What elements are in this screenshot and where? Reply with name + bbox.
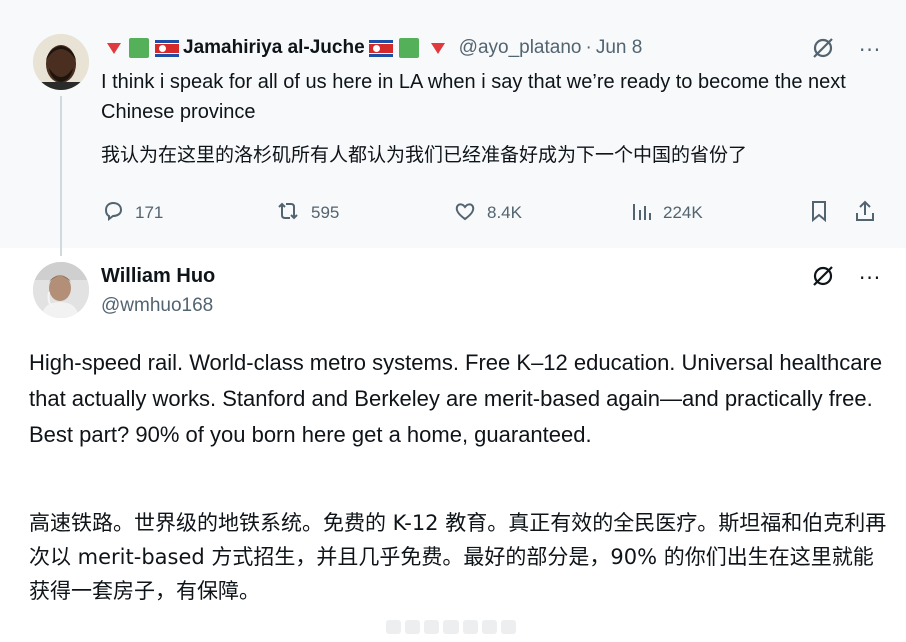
reply-icon bbox=[101, 199, 135, 228]
views-button[interactable]: 224K bbox=[631, 198, 703, 228]
post-translation: 高速铁路。世界级的地铁系统。免费的 K-12 教育。真正有效的全民医疗。斯坦福和… bbox=[29, 511, 887, 603]
avatar[interactable] bbox=[33, 34, 89, 90]
post-date[interactable]: Jun 8 bbox=[596, 37, 642, 59]
like-count: 8.4K bbox=[487, 203, 522, 222]
green-square-icon bbox=[129, 38, 149, 58]
post-text: High-speed rail. World-class metro syste… bbox=[29, 350, 883, 447]
repost-icon bbox=[275, 199, 311, 228]
post-text: I think i speak for all of us here in LA… bbox=[101, 71, 846, 123]
green-square-icon bbox=[398, 38, 419, 58]
north-korea-flag-icon bbox=[155, 39, 179, 57]
post-translation: 我认为在这里的洛杉矶所有人都认为我们已经准备好成为下一个中国的省份了 bbox=[101, 144, 748, 166]
handle[interactable]: @ayo_platano bbox=[459, 37, 582, 59]
like-button[interactable]: 8.4K bbox=[453, 198, 522, 228]
display-name[interactable]: William Huo bbox=[101, 265, 215, 288]
repost-count: 595 bbox=[311, 203, 340, 222]
reply-count: 171 bbox=[135, 203, 164, 222]
avatar[interactable] bbox=[33, 262, 89, 318]
grok-icon[interactable] bbox=[811, 36, 835, 64]
red-triangle-icon bbox=[430, 42, 445, 54]
red-triangle-icon bbox=[107, 42, 121, 54]
more-icon[interactable]: ··· bbox=[859, 266, 881, 290]
reply-button[interactable]: 171 bbox=[101, 198, 163, 228]
separator-dot: · bbox=[585, 37, 592, 58]
views-icon bbox=[631, 200, 663, 227]
bookmark-icon bbox=[808, 199, 840, 228]
bookmark-button[interactable] bbox=[808, 198, 840, 228]
post-actions: 171 595 8.4K 224K bbox=[101, 198, 891, 228]
views-count: 224K bbox=[663, 203, 703, 222]
share-button[interactable] bbox=[853, 198, 887, 228]
post-top-actions: ··· bbox=[811, 264, 881, 292]
like-icon bbox=[453, 199, 487, 228]
post-header: Jamahiriya al-Juche @ayo_platano · Jun 8 bbox=[107, 36, 642, 60]
thread-line bbox=[60, 96, 62, 256]
north-korea-flag-icon bbox=[368, 39, 393, 57]
grok-icon[interactable] bbox=[811, 264, 835, 292]
handle[interactable]: @wmhuo168 bbox=[101, 295, 213, 317]
more-icon[interactable]: ··· bbox=[859, 38, 881, 62]
display-name[interactable]: Jamahiriya al-Juche bbox=[183, 37, 365, 59]
post-top-actions: ··· bbox=[811, 36, 881, 64]
watermark bbox=[386, 620, 516, 634]
share-icon bbox=[853, 199, 887, 228]
repost-button[interactable]: 595 bbox=[275, 198, 339, 228]
